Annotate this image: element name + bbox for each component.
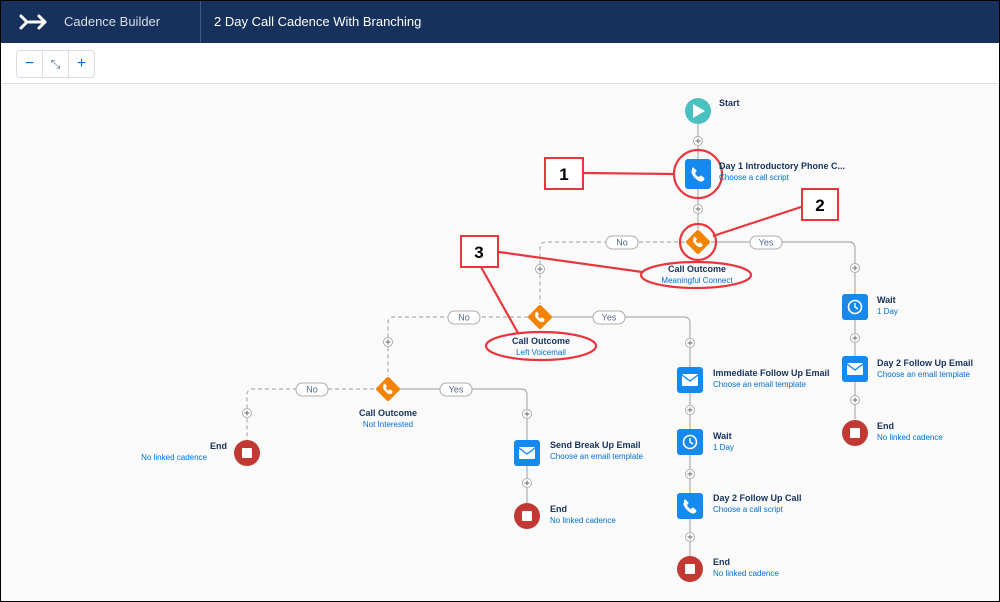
branch-no-pill: No xyxy=(447,310,481,325)
email-icon xyxy=(519,447,535,459)
svg-text:2: 2 xyxy=(815,196,824,215)
email-step-immediate[interactable] xyxy=(677,367,703,393)
branch-yes-pill: Yes xyxy=(592,310,626,325)
callout-pointer-2 xyxy=(712,204,805,238)
wait-mid-duration[interactable]: 1 Day xyxy=(713,443,734,452)
immediate-email-template-link[interactable]: Choose an email template xyxy=(713,380,806,389)
svg-text:No: No xyxy=(616,238,628,248)
svg-text:No: No xyxy=(458,313,470,323)
wait-right-duration[interactable]: 1 Day xyxy=(877,307,898,316)
callout-box-3: 3 xyxy=(460,235,499,268)
day2-email-title[interactable]: Day 2 Follow Up Email xyxy=(877,358,973,368)
cadence-canvas[interactable]: No Yes No Yes No Yes 1 2 3 Start Day 1 I… xyxy=(1,84,999,601)
branch-yes-pill: Yes xyxy=(749,235,783,250)
end-left-title: End xyxy=(210,441,227,451)
call-step-day1[interactable] xyxy=(685,159,711,189)
end-mid-cadence-link[interactable]: No linked cadence xyxy=(713,569,779,578)
outcome1-title: Call Outcome xyxy=(667,264,726,274)
callout-pointer-1 xyxy=(583,171,675,176)
end-left-cadence-link[interactable]: No linked cadence xyxy=(87,453,207,462)
email-icon xyxy=(847,363,863,375)
branch-no-pill: No xyxy=(605,235,639,250)
callout-pointer-3a xyxy=(498,250,643,274)
day1-call-script-link[interactable]: Choose a call script xyxy=(719,173,789,182)
svg-text:No: No xyxy=(306,385,318,395)
toolbar: − ⤡ + xyxy=(1,43,999,84)
end-breakup-title: End xyxy=(550,504,567,514)
callout-box-2: 2 xyxy=(801,188,839,221)
stop-icon xyxy=(685,564,695,574)
outcome3-title: Call Outcome xyxy=(358,408,417,418)
callout-box-1: 1 xyxy=(544,157,584,190)
immediate-email-title[interactable]: Immediate Follow Up Email xyxy=(713,368,830,378)
outcome3-value[interactable]: Not Interested xyxy=(318,420,458,429)
header-divider xyxy=(200,1,201,43)
svg-text:Yes: Yes xyxy=(759,238,774,248)
branch-no-pill: No xyxy=(295,382,329,397)
breakup-email-template-link[interactable]: Choose an email template xyxy=(550,452,643,461)
end-right-title: End xyxy=(877,421,894,431)
wait-step-mid[interactable] xyxy=(677,429,703,455)
connector-outcome2-no xyxy=(387,316,528,376)
outcome1-value[interactable]: Meaningful Connect xyxy=(627,276,767,285)
end-right-cadence-link[interactable]: No linked cadence xyxy=(877,433,943,442)
outcome2-title: Call Outcome xyxy=(511,336,570,346)
callout-pointer-3b xyxy=(480,266,519,334)
start-label: Start xyxy=(719,98,740,108)
day2-email-template-link[interactable]: Choose an email template xyxy=(877,370,970,379)
app-frame: Cadence Builder 2 Day Call Cadence With … xyxy=(0,0,1000,602)
svg-text:Yes: Yes xyxy=(602,313,617,323)
end-node-right[interactable] xyxy=(842,420,868,446)
start-node[interactable] xyxy=(685,98,711,124)
zoom-controls: − ⤡ + xyxy=(16,50,95,78)
call-outcome-diamond-2[interactable] xyxy=(527,304,552,329)
wait-step-right[interactable] xyxy=(842,294,868,320)
svg-text:Yes: Yes xyxy=(449,385,464,395)
call-outcome-diamond-1[interactable] xyxy=(685,229,710,254)
header-bar: Cadence Builder 2 Day Call Cadence With … xyxy=(1,1,999,43)
wait-mid-title: Wait xyxy=(713,431,732,441)
app-name: Cadence Builder xyxy=(64,14,161,29)
call-step-day2[interactable] xyxy=(677,493,703,519)
email-step-breakup[interactable] xyxy=(514,440,540,466)
end-node-breakup[interactable] xyxy=(514,503,540,529)
day1-call-title[interactable]: Day 1 Introductory Phone C... xyxy=(719,161,845,171)
stop-icon xyxy=(850,428,860,438)
fit-to-screen-button[interactable]: ⤡ xyxy=(43,51,69,77)
end-node-mid[interactable] xyxy=(677,556,703,582)
end-breakup-cadence-link[interactable]: No linked cadence xyxy=(550,516,616,525)
zoom-in-button[interactable]: + xyxy=(69,51,94,77)
day2-call-script-link[interactable]: Choose a call script xyxy=(713,505,783,514)
branch-yes-pill: Yes xyxy=(439,382,473,397)
end-mid-title: End xyxy=(713,557,730,567)
email-step-day2[interactable] xyxy=(842,356,868,382)
zoom-out-button[interactable]: − xyxy=(17,51,43,77)
cadence-title: 2 Day Call Cadence With Branching xyxy=(214,14,422,29)
svg-text:3: 3 xyxy=(474,243,483,262)
svg-text:1: 1 xyxy=(559,165,568,184)
call-outcome-diamond-3[interactable] xyxy=(375,376,400,401)
email-icon xyxy=(682,374,698,386)
cadence-logo-icon xyxy=(19,14,47,30)
day2-call-title[interactable]: Day 2 Follow Up Call xyxy=(713,493,802,503)
breakup-email-title[interactable]: Send Break Up Email xyxy=(550,440,641,450)
wait-right-title: Wait xyxy=(877,295,896,305)
end-node-left[interactable] xyxy=(234,440,260,466)
stop-icon xyxy=(522,511,532,521)
outcome2-value[interactable]: Left Voicemail xyxy=(471,348,611,357)
stop-icon xyxy=(242,448,252,458)
